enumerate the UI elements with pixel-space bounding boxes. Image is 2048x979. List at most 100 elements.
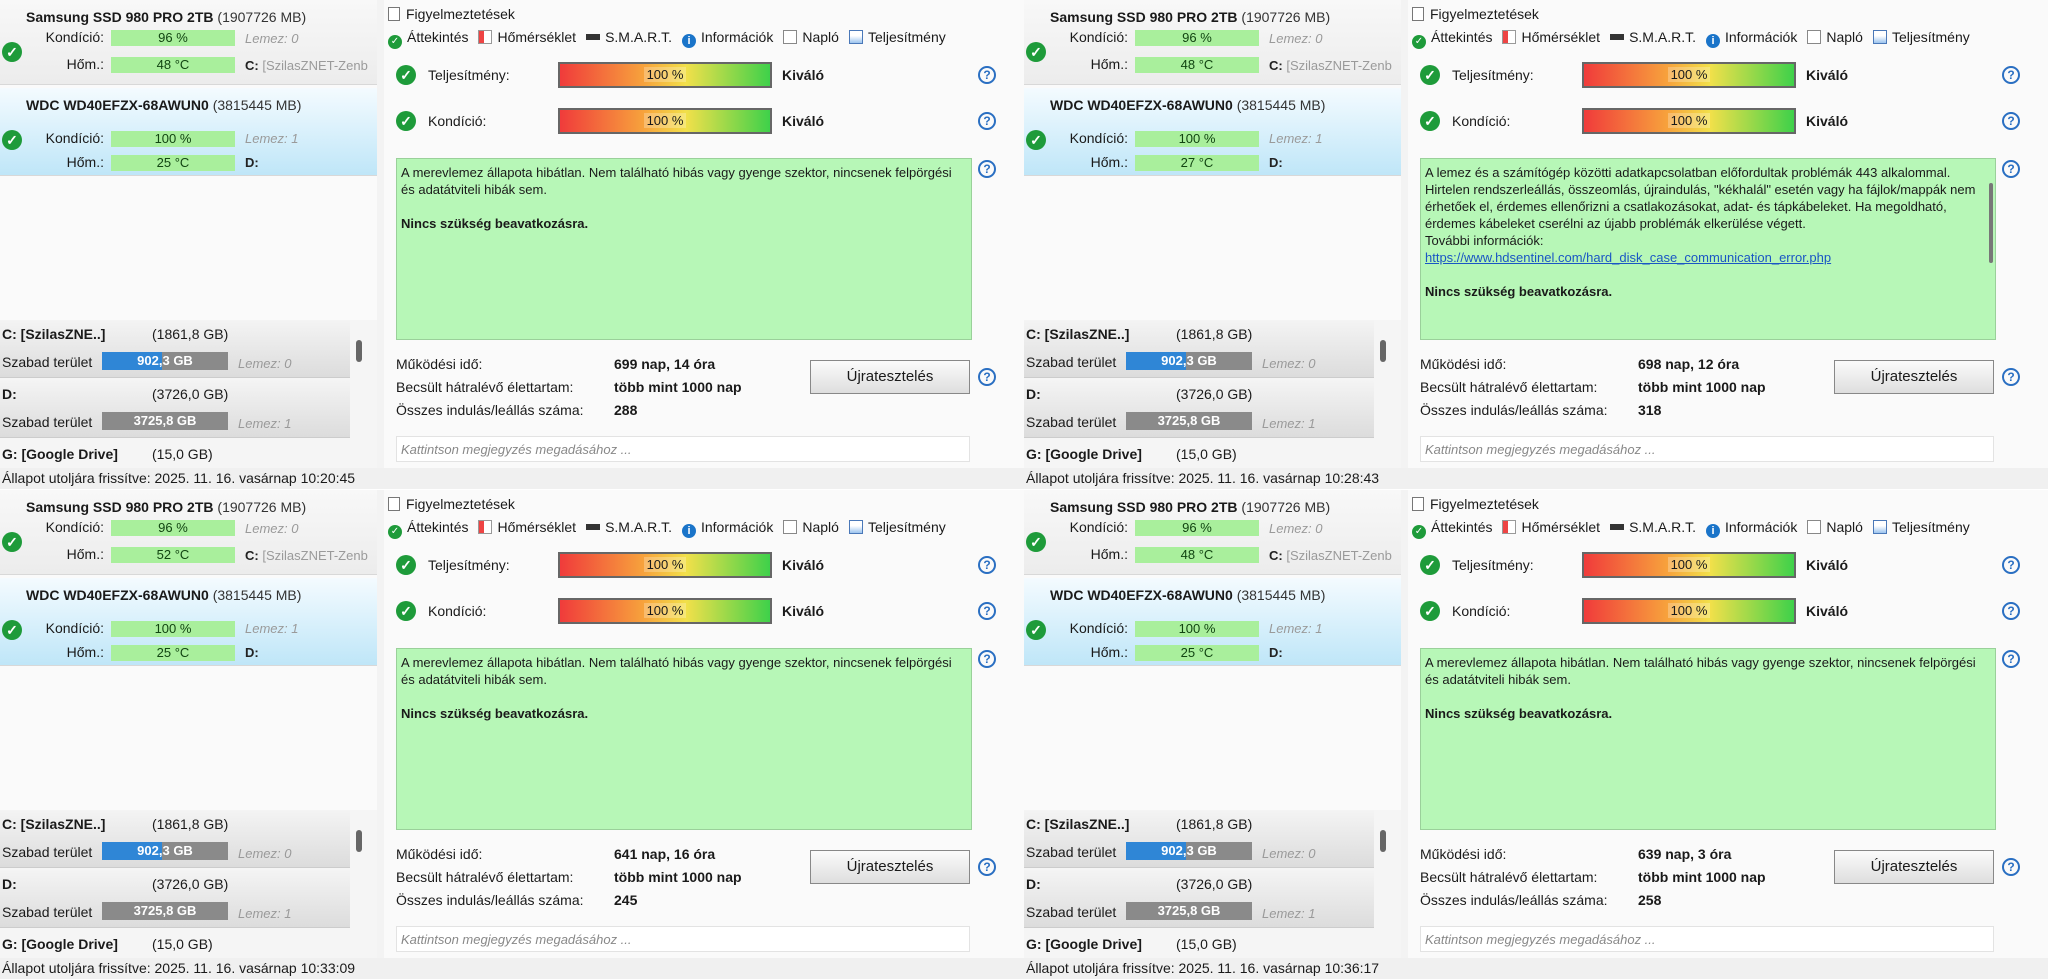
tab-overview[interactable]: ✓ Áttekintés	[1412, 516, 1492, 539]
note-input[interactable]: Kattintson megjegyzés megadásához ...	[1420, 926, 1994, 952]
help-icon[interactable]: ?	[2002, 160, 2020, 178]
warnings-label: Figyelmeztetések	[406, 6, 515, 22]
tab-temperature[interactable]: Hőmérséklet	[478, 26, 576, 48]
drive-name: [SzilasZNET-Zenb	[262, 548, 368, 563]
retest-button[interactable]: Újratesztelés	[1834, 360, 1994, 394]
message-scrollbar[interactable]	[1989, 183, 1993, 263]
tab-log[interactable]: Napló	[1807, 516, 1863, 538]
tab-log[interactable]: Napló	[783, 26, 839, 48]
volume-item[interactable]: D: (3726,0 GB) Szabad terület 3725,8 GB Leme…	[0, 380, 350, 438]
info-link[interactable]: https://www.hdsentinel.com/hard_disk_cas…	[1425, 250, 1831, 265]
tab-information[interactable]: i Információk	[1705, 516, 1797, 538]
tab-overview[interactable]: ✓ Áttekintés	[388, 516, 468, 539]
help-icon[interactable]: ?	[978, 112, 996, 130]
uptime-value: 641 nap, 16 óra	[614, 846, 716, 862]
note-input[interactable]: Kattintson megjegyzés megadásához ...	[396, 436, 970, 462]
help-icon[interactable]: ?	[978, 368, 996, 386]
retest-button[interactable]: Újratesztelés	[1834, 850, 1994, 884]
tab-temperature[interactable]: Hőmérséklet	[1502, 516, 1600, 538]
volume-item[interactable]: D: (3726,0 GB) Szabad terület 3725,8 GB Leme…	[1024, 870, 1374, 928]
tab-information[interactable]: i Információk	[681, 516, 773, 538]
disk-item[interactable]: WDC WD40EFZX-68AWUN0 (3815445 MB) ✓ Kondíc…	[0, 578, 377, 666]
temp-bar: 52 °C	[111, 547, 235, 563]
drive-letter: D:	[245, 645, 259, 660]
warnings-link[interactable]: Figyelmeztetések	[1412, 6, 1539, 22]
volume-item[interactable]: G: [Google Drive] (15,0 GB)	[1024, 930, 1374, 958]
volume-item[interactable]: C: [SzilasZNE..] (1861,8 GB) Szabad terüle…	[0, 810, 350, 868]
disk-item[interactable]: Samsung SSD 980 PRO 2TB (1907726 MB) ✓ Kon…	[0, 0, 377, 85]
help-icon[interactable]: ?	[2002, 66, 2020, 84]
volume-item[interactable]: G: [Google Drive] (15,0 GB)	[1024, 440, 1374, 468]
disk-item[interactable]: Samsung SSD 980 PRO 2TB (1907726 MB) ✓ Kon…	[1024, 0, 1401, 85]
volume-item[interactable]: C: [SzilasZNE..] (1861,8 GB) Szabad terüle…	[1024, 810, 1374, 868]
tab-overview[interactable]: ✓ Áttekintés	[388, 26, 468, 49]
disk-item[interactable]: WDC WD40EFZX-68AWUN0 (3815445 MB) ✓ Kondíc…	[1024, 578, 1401, 666]
tab-log[interactable]: Napló	[1807, 26, 1863, 48]
note-input[interactable]: Kattintson megjegyzés megadásához ...	[396, 926, 970, 952]
tab-information[interactable]: i Információk	[681, 26, 773, 48]
tab-label: Hőmérséklet	[497, 519, 577, 535]
tab-temperature[interactable]: Hőmérséklet	[1502, 26, 1600, 48]
retest-button[interactable]: Újratesztelés	[810, 850, 970, 884]
volume-scrollbar[interactable]	[1380, 830, 1386, 852]
help-icon[interactable]: ?	[978, 602, 996, 620]
details-panel: Figyelmeztetések ✓ Áttekintés Hőmérséklet S.…	[384, 490, 1024, 958]
volume-item[interactable]: G: [Google Drive] (15,0 GB)	[0, 440, 350, 468]
help-icon[interactable]: ?	[2002, 602, 2020, 620]
tab-smart[interactable]: S.M.A.R.T.	[1610, 516, 1696, 538]
status-message: A merevlemez állapota hibátlan. Nem talá…	[396, 158, 972, 340]
health-bar: 96 %	[111, 30, 235, 46]
tab-log[interactable]: Napló	[783, 516, 839, 538]
volume-item[interactable]: C: [SzilasZNE..] (1861,8 GB) Szabad terüle…	[0, 320, 350, 378]
help-icon[interactable]: ?	[978, 160, 996, 178]
lemez-index: Lemez: 0	[1269, 31, 1323, 46]
warnings-link[interactable]: Figyelmeztetések	[1412, 496, 1539, 512]
disk-item[interactable]: Samsung SSD 980 PRO 2TB (1907726 MB) ✓ Kon…	[0, 490, 377, 575]
volume-scrollbar[interactable]	[1380, 340, 1386, 362]
document-icon	[1412, 497, 1424, 511]
disk-item[interactable]: WDC WD40EFZX-68AWUN0 (3815445 MB) ✓ Kondíc…	[0, 88, 377, 176]
help-icon[interactable]: ?	[2002, 112, 2020, 130]
health-bar: 100 %	[111, 131, 235, 147]
warnings-link[interactable]: Figyelmeztetések	[388, 496, 515, 512]
volume-name: C: [SzilasZNE..]	[1026, 326, 1130, 342]
tab-information[interactable]: i Információk	[1705, 26, 1797, 48]
disk-item[interactable]: Samsung SSD 980 PRO 2TB (1907726 MB) ✓ Kon…	[1024, 490, 1401, 575]
performance-chart-icon	[848, 30, 863, 44]
volume-item[interactable]: D: (3726,0 GB) Szabad terület 3725,8 GB Leme…	[1024, 380, 1374, 438]
disk-item[interactable]: WDC WD40EFZX-68AWUN0 (3815445 MB) ✓ Kondíc…	[1024, 88, 1401, 176]
volume-item[interactable]: D: (3726,0 GB) Szabad terület 3725,8 GB Leme…	[0, 870, 350, 928]
tab-smart[interactable]: S.M.A.R.T.	[586, 26, 672, 48]
tab-performance[interactable]: Teljesítmény	[848, 516, 946, 538]
volume-lemez: Lemez: 1	[238, 906, 292, 921]
help-icon[interactable]: ?	[2002, 858, 2020, 876]
help-icon[interactable]: ?	[2002, 368, 2020, 386]
note-input[interactable]: Kattintson megjegyzés megadásához ...	[1420, 436, 1994, 462]
check-circle-icon: ✓	[1026, 532, 1046, 552]
tab-smart[interactable]: S.M.A.R.T.	[1610, 26, 1696, 48]
help-icon[interactable]: ?	[978, 66, 996, 84]
retest-button[interactable]: Újratesztelés	[810, 360, 970, 394]
tab-performance[interactable]: Teljesítmény	[1872, 26, 1970, 48]
volume-scrollbar[interactable]	[356, 830, 362, 852]
volume-scrollbar[interactable]	[356, 340, 362, 362]
help-icon[interactable]: ?	[2002, 556, 2020, 574]
help-icon[interactable]: ?	[978, 858, 996, 876]
tab-performance[interactable]: Teljesítmény	[848, 26, 946, 48]
warnings-link[interactable]: Figyelmeztetések	[388, 6, 515, 22]
tab-performance[interactable]: Teljesítmény	[1872, 516, 1970, 538]
message-text: További információk:	[1425, 233, 1544, 248]
tab-smart[interactable]: S.M.A.R.T.	[586, 516, 672, 538]
volume-item[interactable]: C: [SzilasZNE..] (1861,8 GB) Szabad terüle…	[1024, 320, 1374, 378]
free-space-value: 902,3 GB	[137, 843, 193, 858]
help-icon[interactable]: ?	[978, 556, 996, 574]
help-icon[interactable]: ?	[2002, 650, 2020, 668]
tab-temperature[interactable]: Hőmérséklet	[478, 516, 576, 538]
help-icon[interactable]: ?	[978, 650, 996, 668]
drive-info: D:	[245, 155, 259, 170]
volume-name: G: [Google Drive]	[1026, 936, 1142, 952]
tab-overview[interactable]: ✓ Áttekintés	[1412, 26, 1492, 49]
volume-item[interactable]: G: [Google Drive] (15,0 GB)	[0, 930, 350, 958]
disk-list-panel: Samsung SSD 980 PRO 2TB (1907726 MB) ✓ Kon…	[1024, 490, 1401, 958]
disk-size: (1907726 MB)	[1241, 9, 1331, 25]
